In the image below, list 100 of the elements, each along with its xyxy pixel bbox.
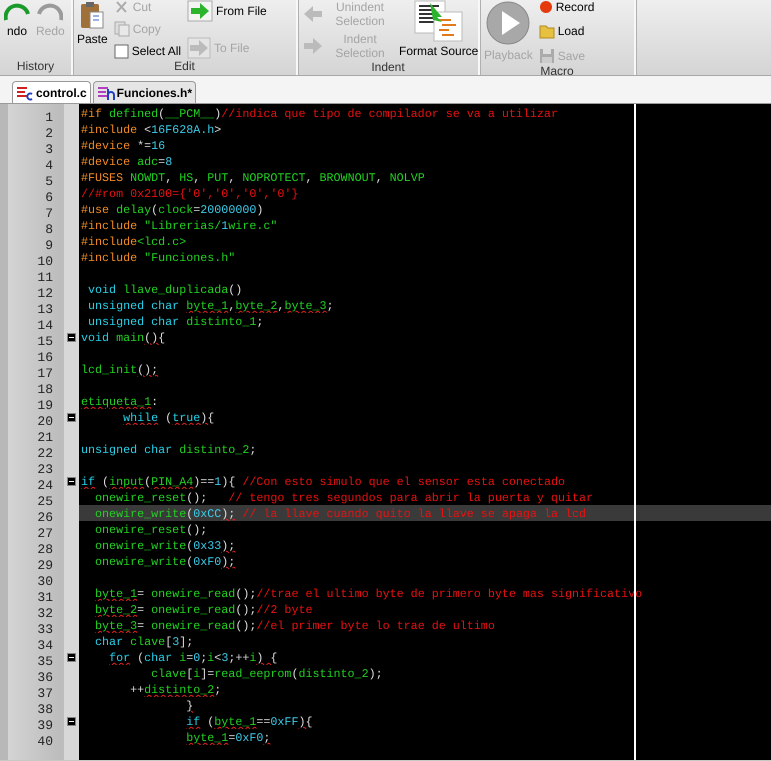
line-number: 33 xyxy=(37,622,53,637)
line-number: 24 xyxy=(37,478,53,493)
line-number: 14 xyxy=(37,318,53,333)
code-line: #device *=16 xyxy=(81,139,166,153)
collapse-icon[interactable] xyxy=(67,412,76,422)
ribbon-button[interactable]: Load xyxy=(538,23,594,39)
line-number: 32 xyxy=(37,606,53,621)
code-line: #device adc=8 xyxy=(81,155,172,169)
line-number: 23 xyxy=(37,462,53,477)
checkbox-icon xyxy=(114,44,129,59)
code-line: #if defined(__PCM__)//indica que tipo de compilador se va a utilizar xyxy=(81,107,558,121)
code-line: onewire_reset(); // tengo tres segundos para abrir la puerta y quitar xyxy=(94,491,594,505)
group-label: Macro xyxy=(539,64,575,78)
line-number: 4 xyxy=(45,158,53,173)
line-number: 13 xyxy=(37,302,53,317)
line-number: 34 xyxy=(37,638,53,653)
line-number: 7 xyxy=(45,206,53,221)
line-number: 20 xyxy=(37,414,53,429)
line-number: 17 xyxy=(37,366,53,381)
code-line: } xyxy=(185,699,194,713)
copy-icon xyxy=(114,21,130,37)
line-number: 19 xyxy=(37,398,53,413)
format-source-icon xyxy=(414,0,464,42)
code-line: if (input(PIN_A4)==1){ //Con esto simulo que el sensor esta conectado xyxy=(81,475,565,489)
ribbon-button[interactable]: Record xyxy=(538,0,594,14)
line-number: 36 xyxy=(37,670,53,685)
file-tab[interactable]: control.c xyxy=(12,81,91,103)
save-icon xyxy=(538,48,555,64)
line-number: 38 xyxy=(37,702,53,717)
line-number: 10 xyxy=(37,254,53,269)
line-number: 29 xyxy=(37,558,53,573)
code-line: byte_3= onewire_read();//el primer byte lo trae de ultimo xyxy=(94,619,495,633)
ribbon-button[interactable]: Paste xyxy=(77,0,108,46)
line-number: 27 xyxy=(37,526,53,541)
line-number: 5 xyxy=(45,174,53,189)
group-label: History xyxy=(16,59,56,75)
code-line: char clave[3]; xyxy=(94,635,194,649)
arrow-icon xyxy=(302,36,324,56)
code-line: onewire_write(0xCC); // la llave cuando quito la llave se apaga la lcd xyxy=(94,507,586,521)
code-line: byte_1=0xF0; xyxy=(185,731,270,745)
code-line: unsigned char byte_1,byte_2,byte_3; xyxy=(87,299,334,313)
record-icon xyxy=(538,0,553,14)
collapse-icon[interactable] xyxy=(67,716,76,726)
code-line: if (byte_1==0xFF){ xyxy=(185,715,312,729)
file-icon xyxy=(16,84,34,100)
ribbon-button[interactable]: ndo xyxy=(4,0,30,38)
code-line: clave[i]=read_eeprom(distinto_2); xyxy=(150,667,383,681)
code-line: onewire_write(0x33); xyxy=(94,539,236,553)
line-number: 3 xyxy=(45,142,53,157)
line-number: 9 xyxy=(45,238,53,253)
group-label: Edit xyxy=(173,59,196,75)
line-number: 28 xyxy=(37,542,53,557)
code-line: byte_2= onewire_read();//2 byte xyxy=(94,603,312,617)
line-number: 30 xyxy=(37,574,53,589)
ribbon-button[interactable]: Format Source xyxy=(399,0,478,58)
line-number: 8 xyxy=(45,222,53,237)
arrow-icon xyxy=(302,4,324,24)
line-number: 39 xyxy=(37,718,53,733)
collapse-icon[interactable] xyxy=(67,332,76,342)
code-line: #include<lcd.c> xyxy=(81,235,186,249)
collapse-icon[interactable] xyxy=(67,476,76,486)
clipboard-icon xyxy=(79,0,106,30)
line-number: 21 xyxy=(37,430,53,445)
line-number: 16 xyxy=(37,350,53,365)
group-label: Indent xyxy=(370,60,406,75)
code-line: //#rom 0x2100={'0','0','0','0'} xyxy=(81,187,298,201)
file-icon xyxy=(96,84,115,100)
code-line: #use delay(clock=20000000) xyxy=(81,203,264,217)
file-tab[interactable]: Funciones.h* xyxy=(92,81,196,103)
ribbon-button[interactable]: From File xyxy=(187,0,267,22)
code-line: #include "Funciones.h" xyxy=(81,251,236,265)
code-line: ++distinto_2; xyxy=(129,683,222,697)
line-number: 37 xyxy=(37,686,53,701)
line-number: 12 xyxy=(37,286,53,301)
code-line: while (true){ xyxy=(122,411,214,425)
code-line: onewire_write(0xF0); xyxy=(94,555,236,569)
line-number: 2 xyxy=(45,126,53,141)
code-line: void main(){ xyxy=(81,331,166,345)
line-number: 11 xyxy=(37,270,53,285)
code-line: #FUSES NOWDT, HS, PUT, NOPROTECT, BROWNOUT, NOLVP xyxy=(81,171,425,185)
code-line: lcd_init(); xyxy=(81,363,158,377)
code-line: void llave_duplicada() xyxy=(87,283,242,297)
code-line: for (char i=0;i<3;++i) { xyxy=(108,651,278,665)
code-line: onewire_reset(); xyxy=(94,523,208,537)
code-line: #include "Librerias/1wire.c" xyxy=(81,219,278,233)
collapse-icon[interactable] xyxy=(67,652,76,662)
line-number: 6 xyxy=(45,190,53,205)
line-number: 25 xyxy=(37,494,53,509)
code-line: etiqueta_1: xyxy=(81,395,158,409)
line-number: 40 xyxy=(37,734,53,749)
line-number: 31 xyxy=(37,590,53,605)
code-line: #include <16F628A.h> xyxy=(81,123,222,137)
code-line: unsigned char distinto_2; xyxy=(81,443,256,457)
ribbon-button[interactable]: Select All xyxy=(114,44,182,59)
line-number: 22 xyxy=(37,446,53,461)
code-line: unsigned char distinto_1; xyxy=(87,315,264,329)
arrow-icon xyxy=(187,37,212,59)
line-number: 18 xyxy=(37,382,53,397)
line-number: 15 xyxy=(37,334,53,349)
line-number: 1 xyxy=(45,110,53,125)
